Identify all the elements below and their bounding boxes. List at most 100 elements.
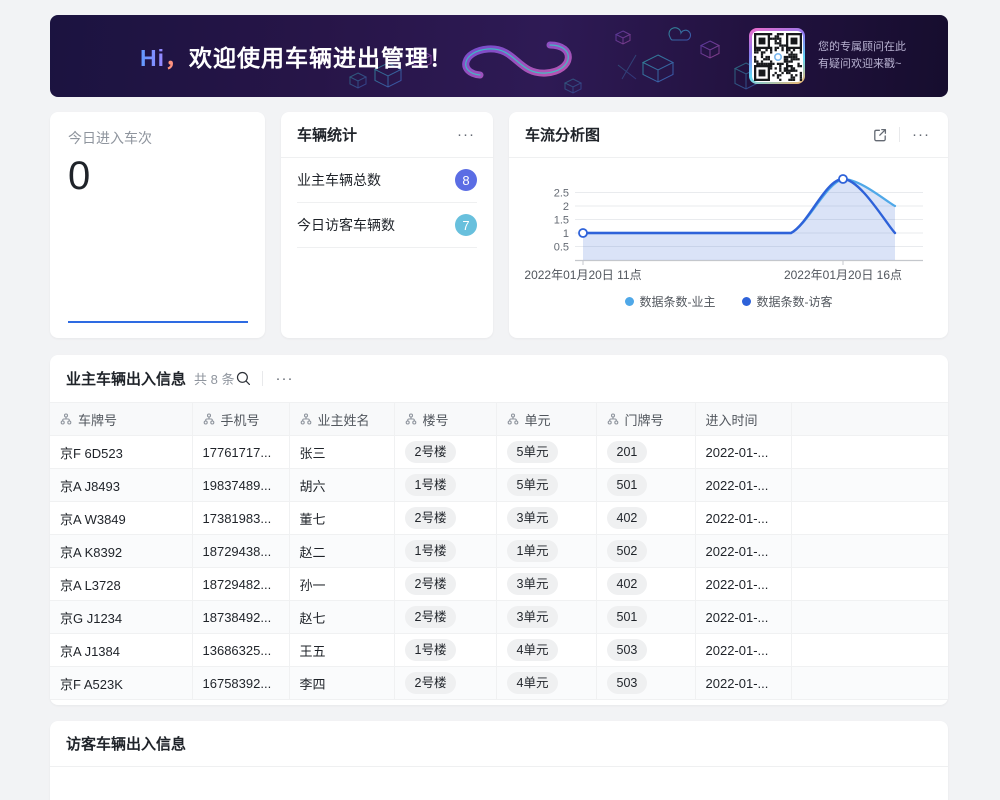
cell-text: 18738492... xyxy=(203,610,272,625)
table-cell: 2022-01-... xyxy=(695,535,791,568)
cell-text: 赵二 xyxy=(300,545,326,560)
column-header-手机号[interactable]: 手机号 xyxy=(192,403,289,436)
vehicle-stats-list: 业主车辆总数8今日访客车辆数7 xyxy=(281,158,493,248)
traffic-chart-card: 车流分析图 ··· 0.511.522.52022年01月20日 11点2022… xyxy=(509,112,948,338)
table-cell: 3单元 xyxy=(496,502,596,535)
table-cell: 2022-01-... xyxy=(695,436,791,469)
owner-table-card: 业主车辆出入信息 共 8 条 ··· 车牌号 手机号 业主姓名 楼号单元门牌号进入时间… xyxy=(50,355,948,705)
cell-text: 京F A523K xyxy=(60,677,123,692)
visitor-table-card: 访客车辆出入信息 xyxy=(50,721,948,800)
welcome-banner: Hi，欢迎使用车辆进出管理！ 您的专属顾问在此 有疑问欢迎来戳~ xyxy=(50,15,948,97)
owner-table-title: 业主车辆出入信息 xyxy=(66,368,186,389)
cell-text: 2022-01-... xyxy=(706,643,769,658)
cell-text: 京A L3728 xyxy=(60,578,121,593)
table-cell: 赵二 xyxy=(289,535,394,568)
legend-item[interactable]: 数据条数-业主 xyxy=(625,293,716,310)
column-label: 进入时间 xyxy=(706,410,758,429)
table-cell: 503 xyxy=(596,667,695,700)
tag-pill: 3单元 xyxy=(507,507,559,528)
more-menu-icon[interactable]: ··· xyxy=(455,125,477,144)
svg-text:1.5: 1.5 xyxy=(554,215,569,227)
vehicle-stats-header: 车辆统计 ··· xyxy=(281,112,493,158)
tag-pill: 402 xyxy=(607,507,648,528)
cell-text: 16758392... xyxy=(203,676,272,691)
tag-pill: 402 xyxy=(607,573,648,594)
tag-pill: 2号楼 xyxy=(405,672,457,693)
header-divider xyxy=(899,127,900,142)
sitemap-icon xyxy=(507,413,519,425)
table-cell: 京A J8493 xyxy=(50,469,192,502)
cell-text: 2022-01-... xyxy=(706,577,769,592)
table-cell: 2号楼 xyxy=(394,601,496,634)
column-label: 手机号 xyxy=(221,410,260,429)
tag-pill: 1号楼 xyxy=(405,540,457,561)
column-label: 车牌号 xyxy=(78,410,117,429)
table-cell: 孙一 xyxy=(289,568,394,601)
table-cell: 京A W3849 xyxy=(50,502,192,535)
table-row[interactable]: 京A J849319837489...胡六1号楼5单元5012022-01-..… xyxy=(50,469,948,502)
tag-pill: 4单元 xyxy=(507,672,559,693)
cell-text: 13686325... xyxy=(203,643,272,658)
column-header-单元[interactable]: 单元 xyxy=(496,403,596,436)
column-label: 业主姓名 xyxy=(318,410,370,429)
table-cell: 董七 xyxy=(289,502,394,535)
cell-text: 18729438... xyxy=(203,544,272,559)
table-cell: 16758392... xyxy=(192,667,289,700)
tag-pill: 2号楼 xyxy=(405,573,457,594)
tag-pill: 201 xyxy=(607,441,648,462)
stat-row: 今日访客车辆数7 xyxy=(297,203,477,248)
table-cell: 1号楼 xyxy=(394,634,496,667)
table-cell: 402 xyxy=(596,568,695,601)
table-cell: 3单元 xyxy=(496,568,596,601)
table-row[interactable]: 京A J138413686325...王五1号楼4单元5032022-01-..… xyxy=(50,634,948,667)
table-row[interactable]: 京A L3728 18729482...孙一 2号楼 3单元 402 2022-01-..… xyxy=(50,568,948,601)
table-cell: 4单元 xyxy=(496,667,596,700)
svg-text:0.5: 0.5 xyxy=(554,242,569,254)
qr-code xyxy=(749,28,805,84)
more-menu-icon[interactable]: ··· xyxy=(910,125,932,144)
table-cell: 19837489... xyxy=(192,469,289,502)
table-row[interactable]: 京A K839218729438...赵二1号楼1单元5022022-01-..… xyxy=(50,535,948,568)
column-header-楼号[interactable]: 楼号 xyxy=(394,403,496,436)
column-header-业主姓名[interactable]: 业主姓名 xyxy=(289,403,394,436)
table-cell xyxy=(791,535,948,568)
table-cell: 17381983... xyxy=(192,502,289,535)
legend-dot-icon xyxy=(625,297,634,306)
today-entry-label: 今日进入车次 xyxy=(68,128,247,148)
cell-text: 京A W3849 xyxy=(60,512,126,527)
tag-pill: 501 xyxy=(607,474,648,495)
table-row[interactable]: 京A W384917381983...董七2号楼3单元4022022-01-..… xyxy=(50,502,948,535)
table-cell: 京G J1234 xyxy=(50,601,192,634)
tag-pill: 3单元 xyxy=(507,573,559,594)
cell-text: 胡六 xyxy=(300,479,326,494)
search-icon[interactable] xyxy=(234,370,252,388)
column-header-车牌号[interactable]: 车牌号 xyxy=(50,403,192,436)
tag-pill: 3单元 xyxy=(507,606,559,627)
more-menu-icon[interactable]: ··· xyxy=(273,369,295,388)
consultant-qr-group: 您的专属顾问在此 有疑问欢迎来戳~ xyxy=(749,28,906,84)
table-cell xyxy=(791,601,948,634)
sitemap-icon xyxy=(405,413,417,425)
table-cell: 京F 6D523 xyxy=(50,436,192,469)
traffic-area-chart: 0.511.522.52022年01月20日 11点2022年01月20日 16… xyxy=(525,168,932,286)
legend-label: 数据条数-业主 xyxy=(640,293,716,310)
svg-text:1: 1 xyxy=(563,228,569,240)
sitemap-icon xyxy=(60,413,72,425)
table-cell: 18729482... xyxy=(192,568,289,601)
table-row[interactable]: 京F 6D52317761717...张三2号楼5单元2012022-01-..… xyxy=(50,436,948,469)
table-cell xyxy=(791,436,948,469)
column-header-empty xyxy=(791,403,948,436)
table-cell: 501 xyxy=(596,601,695,634)
column-header-门牌号[interactable]: 门牌号 xyxy=(596,403,695,436)
table-cell: 2号楼 xyxy=(394,568,496,601)
table-cell: 402 xyxy=(596,502,695,535)
column-header-进入时间[interactable]: 进入时间 xyxy=(695,403,791,436)
table-row[interactable]: 京G J123418738492...赵七2号楼3单元5012022-01-..… xyxy=(50,601,948,634)
sitemap-icon xyxy=(300,413,312,425)
open-in-new-icon[interactable] xyxy=(871,126,889,144)
legend-item[interactable]: 数据条数-访客 xyxy=(742,293,833,310)
owner-table-title-row: 业主车辆出入信息 共 8 条 ··· xyxy=(50,355,948,402)
tag-pill: 2号楼 xyxy=(405,507,457,528)
table-cell: 18738492... xyxy=(192,601,289,634)
table-row[interactable]: 京F A523K16758392...李四2号楼4单元5032022-01-..… xyxy=(50,667,948,700)
